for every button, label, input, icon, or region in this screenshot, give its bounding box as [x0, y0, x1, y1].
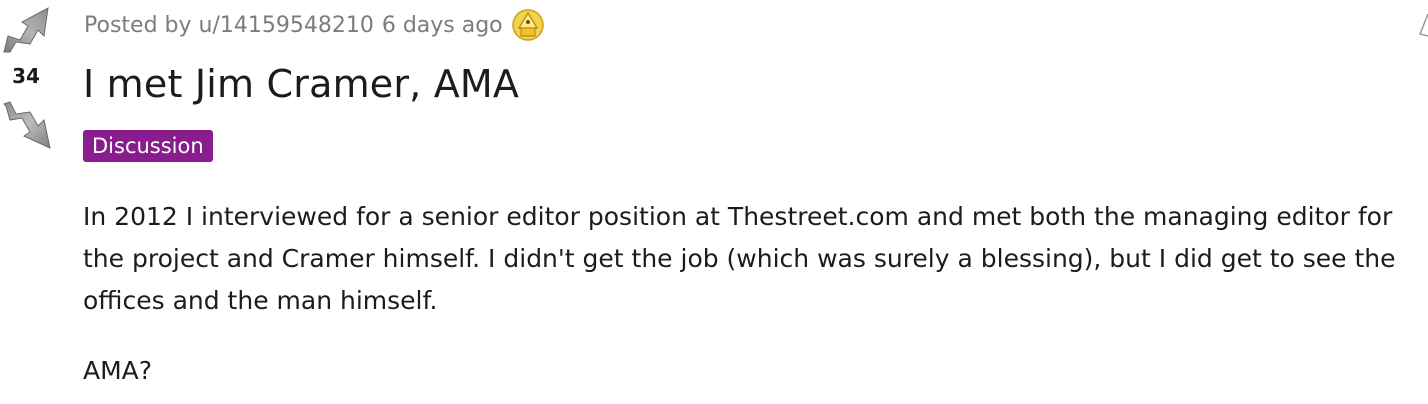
post-title[interactable]: I met Jim Cramer, AMA [83, 62, 519, 106]
post-container: 34 Posted by u/14159548210 6 days ago I … [0, 0, 1428, 404]
post-meta: Posted by u/14159548210 6 days ago [84, 8, 545, 42]
downvote-arrow-icon[interactable] [2, 100, 52, 150]
award-icon[interactable] [511, 8, 545, 42]
body-paragraph: In 2012 I interviewed for a senior edito… [83, 202, 1396, 315]
post-body: In 2012 I interviewed for a senior edito… [83, 196, 1423, 392]
upvote-arrow-icon[interactable] [2, 6, 52, 54]
corner-icon [1418, 12, 1428, 38]
posted-by-link[interactable]: Posted by u/14159548210 [84, 13, 374, 38]
post-time[interactable]: 6 days ago [382, 13, 503, 38]
vote-column: 34 [0, 0, 60, 160]
vote-score: 34 [12, 64, 40, 88]
body-paragraph: AMA? [83, 356, 153, 385]
post-flair[interactable]: Discussion [83, 130, 213, 162]
